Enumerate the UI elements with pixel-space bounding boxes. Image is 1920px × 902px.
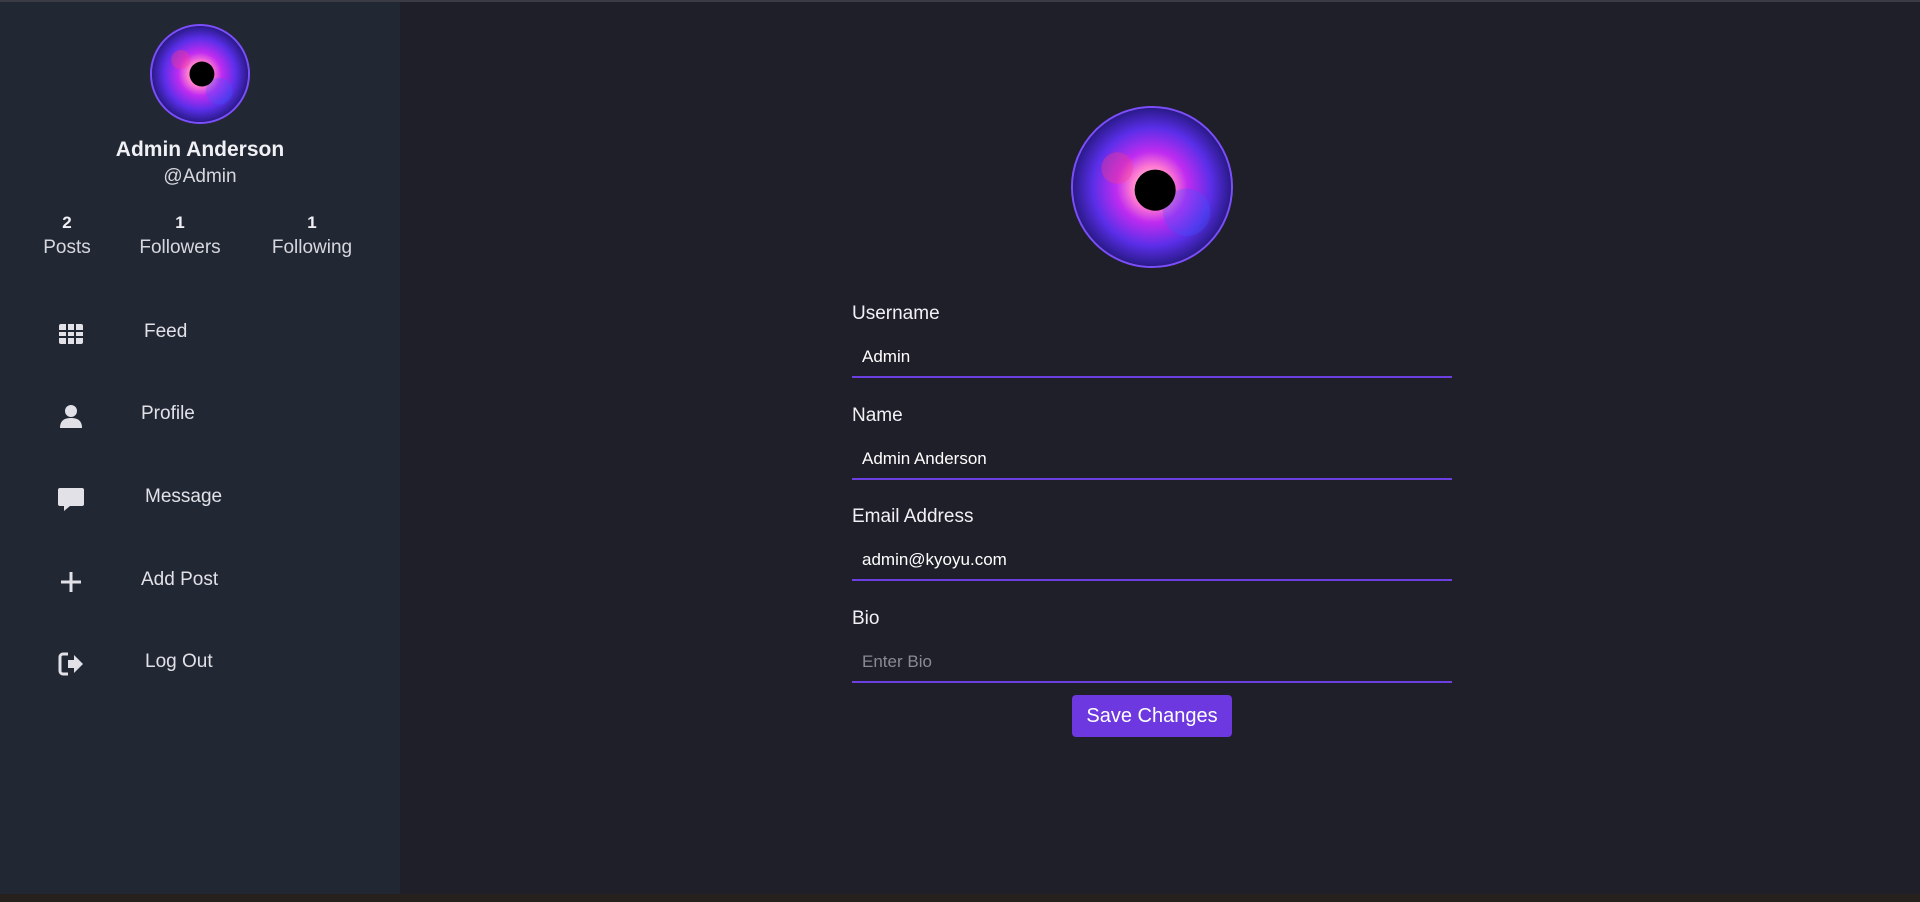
sidebar-item-logout[interactable]: Log Out	[0, 634, 400, 694]
stat-posts[interactable]: 2 Posts	[30, 212, 104, 262]
logout-icon	[58, 652, 83, 676]
name-input[interactable]	[852, 440, 1452, 480]
email-input[interactable]	[852, 541, 1452, 581]
profile-picture[interactable]	[1071, 106, 1233, 268]
save-changes-button[interactable]: Save Changes	[1072, 695, 1232, 737]
email-label: Email Address	[852, 506, 974, 527]
sidebar: Admin Anderson @Admin 2 Posts 1 Follower…	[0, 2, 400, 894]
sidebar-item-label: Profile	[141, 403, 195, 424]
stat-count: 2	[62, 213, 72, 232]
sidebar-item-message[interactable]: Message	[0, 469, 400, 529]
sidebar-item-feed[interactable]: Feed	[0, 304, 400, 364]
sidebar-item-label: Log Out	[145, 651, 213, 672]
sidebar-item-add-post[interactable]: Add Post	[0, 552, 400, 612]
stat-count: 1	[175, 213, 185, 232]
stat-label: Followers	[139, 237, 221, 258]
plus-icon	[61, 572, 81, 592]
sidebar-item-label: Message	[145, 486, 223, 507]
avatar-image	[152, 26, 248, 122]
stat-label: Following	[271, 237, 353, 258]
sidebar-item-label: Add Post	[141, 569, 219, 590]
sidebar-item-profile[interactable]: Profile	[0, 386, 400, 446]
stat-followers[interactable]: 1 Followers	[130, 212, 230, 262]
avatar[interactable]	[150, 24, 250, 124]
stat-count: 1	[307, 213, 317, 232]
chat-icon	[58, 488, 84, 511]
name-label: Name	[852, 405, 903, 426]
grid-icon	[59, 324, 83, 344]
user-icon	[60, 405, 82, 428]
sidebar-item-label: Feed	[144, 321, 188, 342]
bio-label: Bio	[852, 608, 880, 629]
username-input[interactable]	[852, 338, 1452, 378]
stat-label: Posts	[43, 237, 91, 258]
profile-name: Admin Anderson	[115, 138, 285, 161]
bio-input[interactable]	[852, 643, 1452, 683]
avatar-image	[1073, 108, 1231, 266]
stat-following[interactable]: 1 Following	[262, 212, 362, 262]
username-label: Username	[852, 303, 940, 324]
profile-handle: @Admin	[163, 166, 237, 187]
bottom-bar	[0, 894, 1920, 902]
